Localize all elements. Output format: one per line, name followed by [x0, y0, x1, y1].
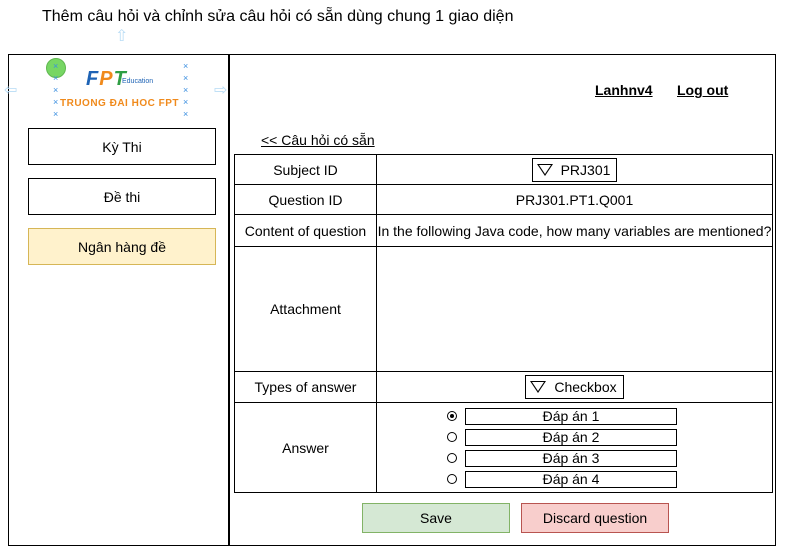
sidebar-item-ngan-hang-de[interactable]: Ngân hàng đề [28, 228, 216, 265]
radio-icon[interactable] [447, 453, 457, 463]
page-caption: Thêm câu hỏi và chỉnh sửa câu hỏi có sẵn… [42, 8, 514, 25]
radio-icon[interactable] [447, 474, 457, 484]
question-form: Subject ID PRJ301 Question ID PRJ301.PT1… [234, 154, 773, 493]
fpt-logo: ⇧ ⇦ ⇨ × × × × × × × × × × FPT Education … [4, 28, 228, 122]
logo-subtitle: Education [122, 78, 154, 85]
question-id-value: PRJ301.PT1.Q001 [376, 184, 773, 215]
handle-x-icon: × [53, 61, 59, 71]
handle-x-icon: × [183, 109, 189, 119]
answer-label: Answer [234, 402, 377, 493]
handle-x-icon: × [53, 73, 59, 83]
content-field[interactable]: In the following Java code, how many var… [376, 214, 773, 247]
dropdown-triangle-icon [530, 381, 547, 393]
handle-x-icon: × [183, 85, 189, 95]
handle-x-icon: × [183, 97, 189, 107]
save-button[interactable]: Save [362, 503, 510, 533]
logout-link[interactable]: Log out [677, 82, 728, 98]
arrow-left-icon: ⇦ [4, 82, 18, 99]
subject-label: Subject ID [234, 154, 377, 185]
radio-icon[interactable] [447, 432, 457, 442]
handle-x-icon: × [183, 61, 189, 71]
handle-x-icon: × [53, 85, 59, 95]
subject-dropdown[interactable]: PRJ301 [531, 157, 618, 182]
attachment-area[interactable] [376, 246, 773, 372]
handle-x-icon: × [183, 73, 189, 83]
back-link[interactable]: << Câu hỏi có sẵn [261, 132, 375, 148]
question-id-label: Question ID [234, 184, 377, 215]
sidebar-divider [228, 54, 230, 546]
arrow-up-icon: ⇧ [115, 28, 129, 45]
handle-x-icon: × [53, 97, 59, 107]
answer-option[interactable]: Đáp án 2 [377, 427, 772, 448]
arrow-right-icon: ⇨ [214, 82, 228, 99]
radio-selected-icon[interactable] [447, 411, 457, 421]
user-link[interactable]: Lanhnv4 [595, 82, 653, 98]
sidebar-item-de-thi[interactable]: Đề thi [28, 178, 216, 215]
attachment-label: Attachment [234, 246, 377, 372]
answer-option[interactable]: Đáp án 1 [377, 406, 772, 427]
logo-school-name: TRUONG ĐAI HOC FPT [60, 98, 179, 109]
sidebar-item-ky-thi[interactable]: Kỳ Thi [28, 128, 216, 165]
content-label: Content of question [234, 214, 377, 247]
answer-option[interactable]: Đáp án 4 [377, 469, 772, 490]
types-dropdown[interactable]: Checkbox [525, 375, 624, 399]
handle-x-icon: × [53, 109, 59, 119]
answer-option[interactable]: Đáp án 3 [377, 448, 772, 469]
logo-wordmark: FPT [86, 68, 127, 90]
types-label: Types of answer [234, 371, 377, 403]
discard-button[interactable]: Discard question [521, 503, 669, 533]
dropdown-triangle-icon [536, 163, 553, 176]
